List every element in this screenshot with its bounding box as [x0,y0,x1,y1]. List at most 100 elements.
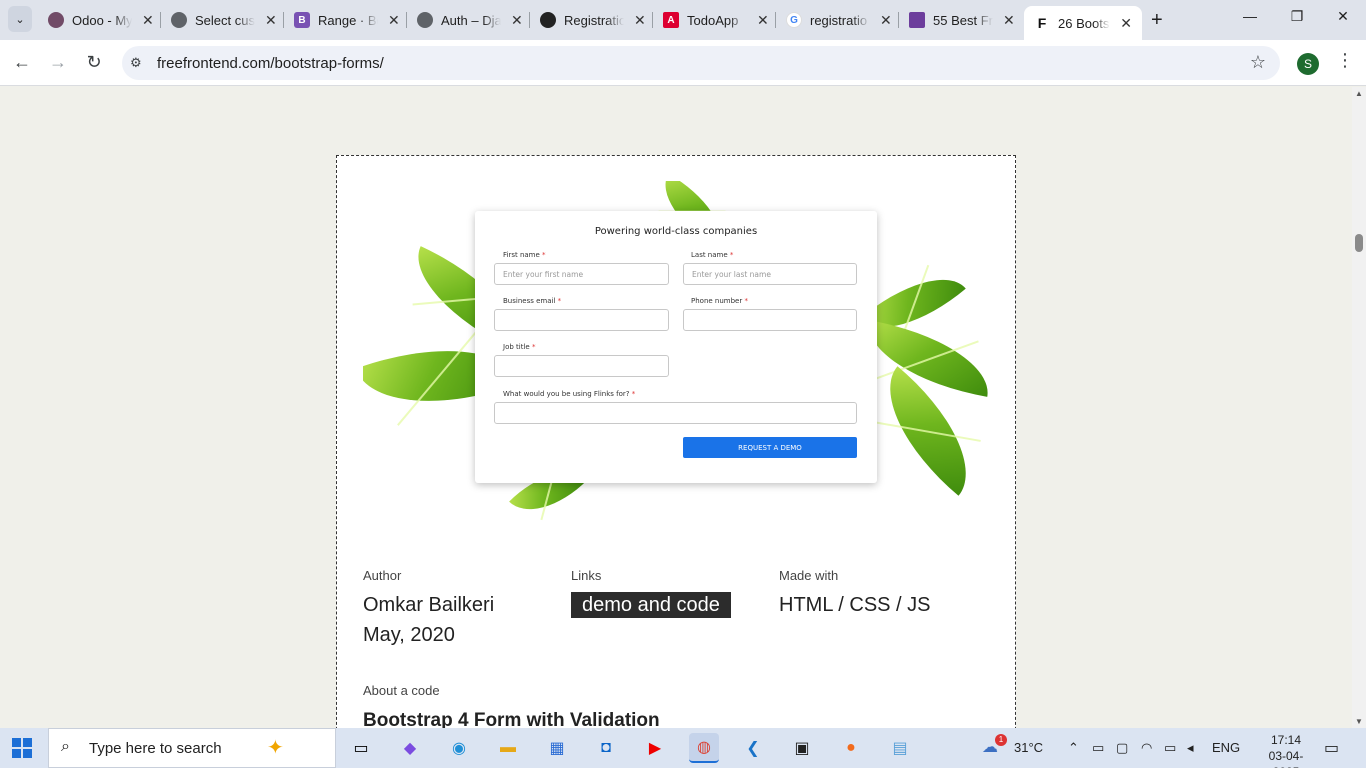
job-title-label: Job title * [503,343,536,351]
search-icon: ⌕ [61,738,70,755]
google-icon: G [786,12,802,28]
job-title-input[interactable] [494,355,669,377]
start-button[interactable] [12,738,32,758]
notification-icon[interactable]: ▭ [1324,738,1339,758]
made-with-label: Made with [779,568,839,583]
close-tab-icon[interactable]: ✕ [142,12,154,29]
last-name-label: Last name * [691,251,734,259]
tab-auth-django[interactable]: Auth – Dja ✕ [407,8,533,32]
chrome-icon[interactable]: ◍ [689,733,719,763]
request-demo-button[interactable]: REQUEST A DEMO [683,437,857,458]
close-tab-icon[interactable]: ✕ [880,12,892,29]
system-clock[interactable]: 17:14 03-04-2025 [1260,732,1312,768]
leaf-decoration [859,320,989,397]
about-title: Bootstrap 4 Form with Validation [363,710,660,728]
wifi-icon[interactable]: ◠ [1141,740,1152,756]
globe-icon [417,12,433,28]
volume-icon[interactable]: ◂ [1187,740,1194,756]
sparkle-icon: ✦ [267,737,284,759]
tab-select-custom[interactable]: Select cus ✕ [161,8,287,32]
tab-strip: ⌄ Odoo - My ✕ Select cus ✕ B Range · Bo … [0,0,1366,40]
close-tab-icon[interactable]: ✕ [634,12,646,29]
tray-chevron-up-icon[interactable]: ⌃ [1068,740,1079,756]
close-window-button[interactable]: ✕ [1328,8,1358,25]
tab-bootstrap-forms-active[interactable]: F 26 Bootstr ✕ [1024,6,1142,40]
phone-label: Phone number * [691,297,748,305]
profile-avatar[interactable]: S [1297,53,1319,75]
outlook-icon[interactable]: ◘ [591,733,621,763]
back-button[interactable]: ← [10,52,34,73]
postman-icon[interactable]: ● [836,733,866,763]
weather-badge: 1 [995,734,1007,746]
browser-toolbar: ← → ↻ ⚙ freefrontend.com/bootstrap-forms… [0,40,1366,86]
close-tab-icon[interactable]: ✕ [1120,15,1132,32]
new-tab-button[interactable]: + [1151,9,1163,32]
tab-55-best[interactable]: 55 Best Fr ✕ [899,8,1025,32]
scroll-down-arrow-icon[interactable]: ▼ [1352,717,1366,726]
reload-button[interactable]: ↻ [82,52,106,73]
address-bar[interactable]: ⚙ freefrontend.com/bootstrap-forms/ ☆ [122,46,1280,80]
made-with-value: HTML / CSS / JS [779,594,931,616]
clock-time: 17:14 [1270,733,1302,747]
author-name: Omkar Bailkeri [363,594,495,616]
demo-and-code-link[interactable]: demo and code [571,592,731,618]
first-name-input[interactable]: Enter your first name [494,263,669,285]
usage-label: What would you be using Flinks for? * [503,390,636,398]
openai-icon [540,12,556,28]
scroll-up-arrow-icon[interactable]: ▲ [1352,89,1366,98]
odoo-favicon-icon [48,12,64,28]
notepad-icon[interactable]: ▤ [885,733,915,763]
tab-registration[interactable]: Registratio ✕ [530,8,656,32]
close-tab-icon[interactable]: ✕ [511,12,523,29]
close-tab-icon[interactable]: ✕ [757,12,769,29]
menu-kebab-icon[interactable]: ⋮ [1336,50,1354,71]
task-view-icon[interactable]: ▭ [346,733,376,763]
terminal-icon[interactable]: ▣ [787,733,817,763]
snippet-preview-image[interactable]: Powering world-class companies First nam… [363,181,989,526]
meet-now-icon[interactable]: ▭ [1092,740,1104,756]
taskbar-search[interactable]: ⌕ Type here to search ✦ [48,728,336,768]
author-label: Author [363,568,402,583]
edge-icon[interactable]: ◉ [444,733,474,763]
form-title: Powering world-class companies [594,226,758,237]
close-tab-icon[interactable]: ✕ [265,12,277,29]
restore-button[interactable]: ❐ [1282,8,1312,25]
page-scrollbar[interactable]: ▲ ▼ [1352,87,1366,728]
battery-icon[interactable]: ▭ [1164,740,1176,756]
scrollbar-thumb[interactable] [1355,234,1363,252]
close-tab-icon[interactable]: ✕ [388,12,400,29]
vscode-icon[interactable]: ❮ [738,733,768,763]
colorlib-icon [909,12,925,28]
tab-search-button[interactable]: ⌄ [8,6,32,32]
copilot-icon[interactable]: ◆ [395,733,425,763]
phone-input[interactable] [683,309,857,331]
globe-icon [171,12,187,28]
tab-odoo[interactable]: Odoo - My ✕ [38,8,164,32]
display-icon[interactable]: ▢ [1116,740,1128,756]
site-settings-icon[interactable]: ⚙ [130,55,142,71]
close-tab-icon[interactable]: ✕ [1003,12,1015,29]
last-name-input[interactable]: Enter your last name [683,263,857,285]
chevron-down-icon: ⌄ [15,13,25,26]
url-text[interactable]: freefrontend.com/bootstrap-forms/ [157,55,384,72]
taskbar-search-placeholder: Type here to search [89,740,222,757]
forward-button[interactable]: → [46,52,70,73]
windows-taskbar: ⌕ Type here to search ✦ ▭ ◆ ◉ ▬ ▦ ◘ ▶ ◍ … [0,728,1366,768]
first-name-label: First name * [503,251,546,259]
tab-google-registration[interactable]: G registratio ✕ [776,8,902,32]
usage-input[interactable] [494,402,857,424]
email-input[interactable] [494,309,669,331]
tab-range-bootstrap[interactable]: B Range · Bo ✕ [284,8,410,32]
publish-date: May, 2020 [363,624,455,646]
temperature-text[interactable]: 31°C [1014,740,1043,755]
minimize-button[interactable]: — [1235,8,1265,24]
tab-todoapp[interactable]: A TodoApp ✕ [653,8,779,32]
bootstrap-icon: B [294,12,310,28]
file-explorer-icon[interactable]: ▬ [493,733,523,763]
email-label: Business email * [503,297,562,305]
clock-date: 03-04-2025 [1268,749,1304,768]
bookmark-star-icon[interactable]: ☆ [1250,52,1266,73]
language-indicator[interactable]: ENG [1212,740,1240,755]
youtube-icon[interactable]: ▶ [640,733,670,763]
microsoft-store-icon[interactable]: ▦ [542,733,572,763]
